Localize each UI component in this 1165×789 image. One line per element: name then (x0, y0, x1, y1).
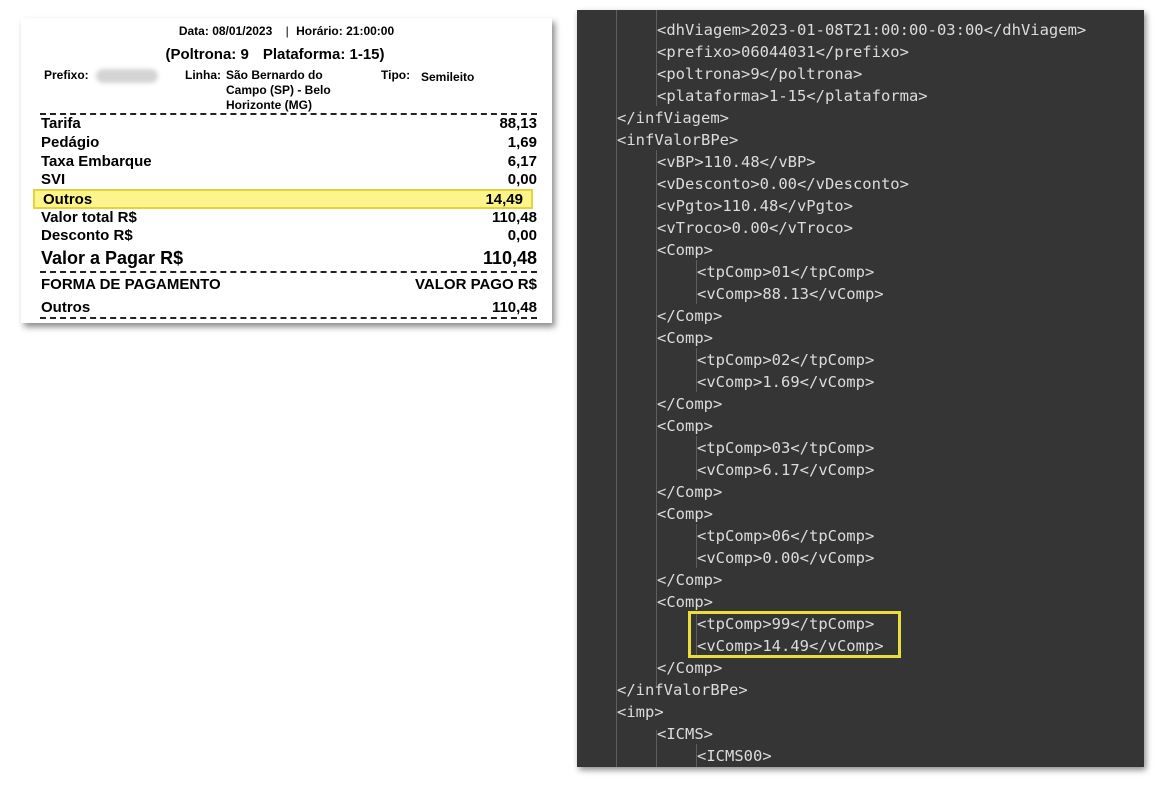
code-line: <vComp>6.17</vComp> (697, 461, 875, 479)
platform-text: Plataforma: 1-15) (262, 46, 385, 63)
code-line: <tpComp>02</tpComp> (697, 351, 875, 369)
svi-label: SVI (41, 171, 66, 188)
code-line: <prefixo>06044031</prefixo> (657, 43, 909, 61)
total-value: 110,48 (491, 209, 537, 226)
toll-label: Pedágio (41, 134, 100, 151)
payment-header: FORMA DE PAGAMENTO VALOR PAGO R$ (41, 276, 537, 294)
code-line: <ICMS00> (697, 747, 772, 765)
amount-due-label: Valor a Pagar R$ (41, 248, 184, 268)
code-line: <vComp>0.00</vComp> (697, 549, 875, 567)
code-line: <dhViagem>2023-01-08T21:00:00-03:00</dhV… (657, 21, 1087, 39)
seat-platform: (Poltrona: 9 Plataforma: 1-15) (21, 46, 529, 63)
code-line: <Comp> (657, 241, 713, 259)
xml-code-panel: <dhViagem>2023-01-08T21:00:00-03:00</dhV… (577, 10, 1144, 767)
code-line: <tpComp>03</tpComp> (697, 439, 875, 457)
separator: | (285, 24, 289, 38)
date-label: Data: (178, 24, 209, 38)
code-line: </infValorBPe> (617, 681, 748, 699)
line-value: São Bernardo do Campo (SP) - Belo Horizo… (226, 68, 331, 112)
divider (40, 271, 537, 273)
code-line: <vTroco>0.00</vTroco> (657, 219, 853, 237)
code-line: <poltrona>9</poltrona> (657, 65, 863, 83)
seat-text: (Poltrona: 9 (165, 46, 249, 63)
boarding-fee-label: Taxa Embarque (41, 153, 152, 170)
code-line: <imp> (617, 703, 664, 721)
others-row-highlighted: Outros 14,49 (33, 189, 533, 209)
amount-paid: 110,48 (491, 299, 537, 316)
code-line: <vComp>1.69</vComp> (697, 373, 875, 391)
divider (40, 317, 537, 319)
code-line: <Comp> (657, 329, 713, 347)
receipt-card: Data: 08/01/2023 | Horário: 21:00:00 (Po… (21, 18, 552, 323)
amount-paid-header: VALOR PAGO R$ (415, 276, 537, 293)
code-line: </Comp> (657, 483, 723, 501)
time-label: Horário: (296, 24, 343, 38)
code-line: <vDesconto>0.00</vDesconto> (657, 175, 909, 193)
line-label: Linha: (185, 68, 221, 82)
code-line: <vComp>88.13</vComp> (697, 285, 884, 303)
svi-value: 0,00 (507, 171, 537, 188)
code-line: </Comp> (657, 307, 723, 325)
payment-method-header: FORMA DE PAGAMENTO (41, 276, 221, 293)
total-label: Valor total R$ (41, 209, 137, 226)
svi-row: SVI 0,00 (41, 171, 537, 189)
others-value: 14,49 (485, 191, 523, 208)
type-label: Tipo: (381, 68, 411, 82)
code-line: <plataforma>1-15</plataforma> (657, 87, 928, 105)
discount-value: 0,00 (507, 227, 537, 244)
toll-row: Pedágio 1,69 (41, 134, 537, 152)
code-line: </infViagem> (617, 109, 729, 127)
payment-method: Outros (41, 299, 91, 316)
code-line: <vPgto>110.48</vPgto> (657, 197, 853, 215)
others-label: Outros (43, 191, 93, 208)
amount-due-row: Valor a Pagar R$ 110,48 (41, 247, 537, 269)
receipt-date-time: Data: 08/01/2023 | Horário: 21:00:00 (21, 24, 552, 38)
total-row: Valor total R$ 110,48 (41, 209, 537, 227)
payment-row: Outros 110,48 (41, 299, 537, 317)
code-line: <tpComp>01</tpComp> (697, 263, 875, 281)
code-line: </Comp> (657, 659, 723, 677)
code-highlight-box (688, 611, 901, 658)
code-line: <ICMS> (657, 725, 713, 743)
time-value: 21:00:00 (346, 24, 395, 38)
fare-label: Tarifa (41, 115, 81, 132)
code-line: </Comp> (657, 571, 723, 589)
amount-due-value: 110,48 (482, 248, 537, 268)
code-line: <Comp> (657, 505, 713, 523)
code-line: <vBP>110.48</vBP> (657, 153, 816, 171)
discount-label: Desconto R$ (41, 227, 133, 244)
date-value: 08/01/2023 (212, 24, 273, 38)
code-line: </Comp> (657, 395, 723, 413)
code-line: <infValorBPe> (617, 131, 739, 149)
type-value: Semileito (421, 70, 475, 84)
boarding-fee-row: Taxa Embarque 6,17 (41, 153, 537, 171)
fare-value: 88,13 (499, 115, 537, 132)
redacted-prefix (96, 69, 158, 83)
code-line: <Comp> (657, 417, 713, 435)
boarding-fee-value: 6,17 (507, 153, 537, 170)
code-line: <tpComp>06</tpComp> (697, 527, 875, 545)
discount-row: Desconto R$ 0,00 (41, 227, 537, 245)
code-line: <Comp> (657, 593, 713, 611)
toll-value: 1,69 (507, 134, 537, 151)
prefix-label: Prefixo: (44, 68, 89, 82)
fare-row: Tarifa 88,13 (41, 115, 537, 133)
